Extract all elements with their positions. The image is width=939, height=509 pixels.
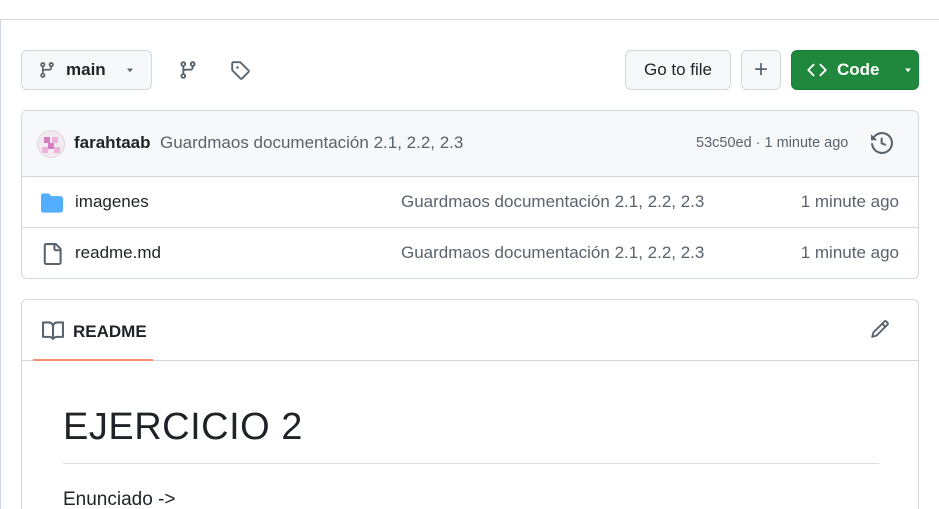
chevron-down-icon: [124, 64, 136, 76]
add-file-button[interactable]: +: [741, 50, 781, 90]
go-to-file-button[interactable]: Go to file: [625, 50, 731, 90]
readme-paragraph: Enunciado ->: [63, 489, 176, 509]
file-name[interactable]: imagenes: [75, 192, 149, 212]
file-listing: farahtaab Guardmaos documentación 2.1, 2…: [21, 110, 919, 279]
file-icon: [41, 243, 63, 265]
file-age: 1 minute ago: [800, 192, 899, 211]
tab-readme[interactable]: README: [33, 300, 153, 361]
folder-icon: [41, 192, 63, 214]
code-button[interactable]: Code: [791, 50, 919, 90]
file-name[interactable]: readme.md: [75, 243, 161, 263]
branch-name: main: [66, 60, 106, 79]
file-commit-message[interactable]: Guardmaos documentación 2.1, 2.2, 2.3: [401, 192, 704, 212]
latest-commit-bar: farahtaab Guardmaos documentación 2.1, 2…: [22, 111, 918, 177]
tag-icon[interactable]: [229, 59, 251, 81]
readme-header: README: [22, 300, 918, 361]
commit-message[interactable]: Guardmaos documentación 2.1, 2.2, 2.3: [160, 133, 463, 153]
left-divider: [0, 19, 1, 509]
top-divider: [0, 19, 939, 20]
table-row[interactable]: readme.md Guardmaos documentación 2.1, 2…: [22, 228, 918, 278]
commit-meta[interactable]: 53c50ed · 1 minute ago: [696, 135, 848, 151]
code-label: Code: [837, 60, 880, 79]
readme-heading: EJERCICIO 2: [63, 406, 303, 448]
avatar[interactable]: [37, 130, 65, 158]
readme-panel: README EJERCICIO 2 Enunciado ->: [21, 299, 919, 509]
commit-author[interactable]: farahtaab: [74, 133, 151, 153]
pencil-icon[interactable]: [870, 319, 892, 341]
chevron-down-icon: [902, 64, 914, 76]
readme-tab-label: README: [73, 322, 147, 341]
plus-icon: +: [753, 56, 768, 83]
file-age: 1 minute ago: [800, 243, 899, 262]
heading-divider: [63, 463, 879, 464]
table-row[interactable]: imagenes Guardmaos documentación 2.1, 2.…: [22, 177, 918, 228]
branch-selector-button[interactable]: main: [21, 50, 152, 90]
git-branch-icon: [38, 61, 56, 79]
book-icon: [42, 320, 64, 342]
history-icon[interactable]: [871, 132, 893, 154]
go-to-file-label: Go to file: [643, 60, 713, 79]
code-icon: [807, 60, 827, 80]
branches-icon[interactable]: [177, 59, 199, 81]
file-commit-message[interactable]: Guardmaos documentación 2.1, 2.2, 2.3: [401, 243, 704, 263]
